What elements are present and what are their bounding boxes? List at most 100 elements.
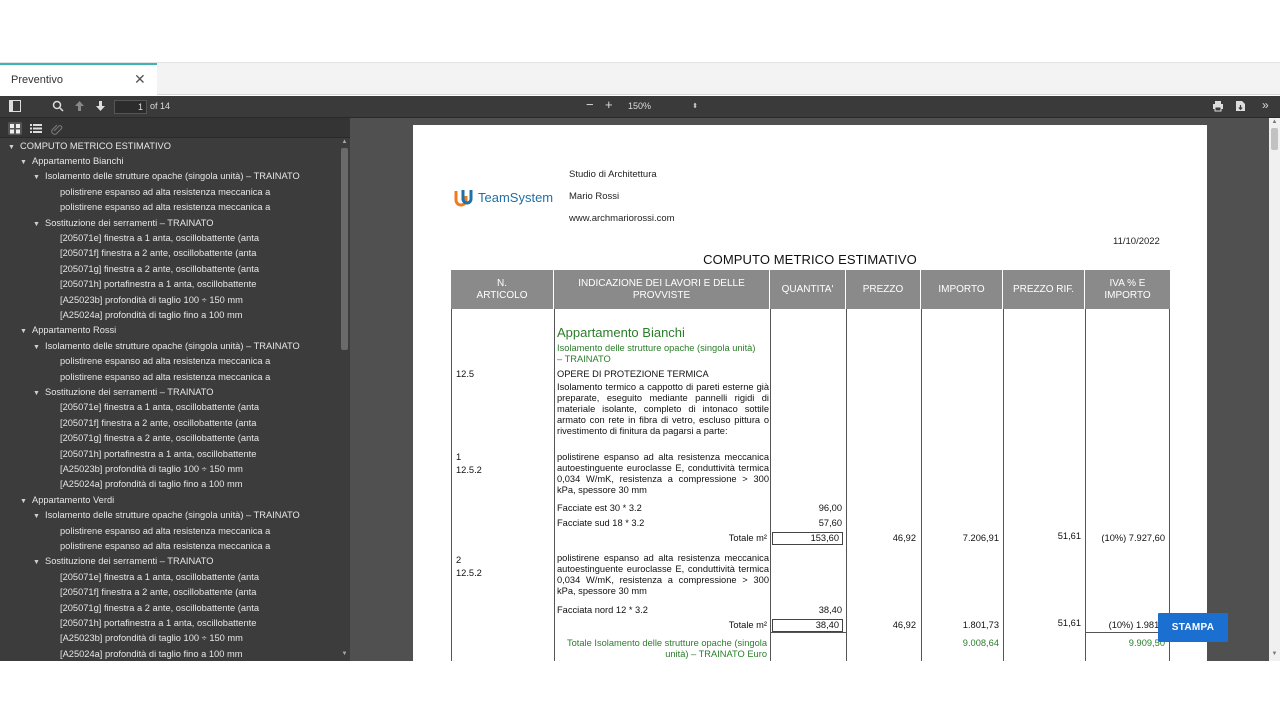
- outline-label: polistirene espanso ad alta resistenza m…: [60, 202, 271, 213]
- outline-item[interactable]: ▼ Appartamento Bianchi: [20, 154, 123, 169]
- outline-item[interactable]: [205071h] portafinestra a 1 anta, oscill…: [60, 616, 256, 631]
- outline-item[interactable]: ▼ Sostituzione dei serramenti – TRAINATO: [33, 554, 213, 569]
- outline-label: [205071e] finestra a 1 anta, oscillobatt…: [60, 571, 259, 582]
- item-2-iva: (10%) 1.981,9: [1108, 620, 1167, 630]
- chevron-down-icon[interactable]: ▼: [33, 340, 45, 355]
- subsection-line-2: – TRAINATO: [557, 354, 611, 364]
- subtotal-amount: 9.008,64: [962, 638, 999, 648]
- chevron-down-icon[interactable]: ▼: [8, 140, 20, 155]
- attachment-icon[interactable]: [50, 122, 64, 135]
- outline-label: [205071e] finestra a 1 anta, oscillobatt…: [60, 402, 259, 413]
- outline-item[interactable]: [205071e] finestra a 1 anta, oscillobatt…: [60, 231, 259, 246]
- item-2-total-qty: 38,40: [772, 619, 843, 632]
- outline-label: [A25024a] profondità di taglio fino a 10…: [60, 648, 243, 659]
- outline-item[interactable]: [205071f] finestra a 2 ante, oscillobatt…: [60, 585, 256, 600]
- document-scroll-thumb[interactable]: [1271, 128, 1278, 150]
- arrow-up-icon[interactable]: [74, 100, 85, 112]
- outline-item[interactable]: ▼ Appartamento Rossi: [20, 323, 116, 338]
- outline-item[interactable]: [A25023b] profondità di taglio 100 ÷ 150…: [60, 631, 243, 646]
- outline-label: [205071f] finestra a 2 ante, oscillobatt…: [60, 587, 257, 598]
- col-articolo: N. ARTICOLO: [451, 270, 554, 309]
- outline-label: [A25024a] profondità di taglio fino a 10…: [60, 310, 243, 320]
- zoom-select[interactable]: 150% ⬍: [623, 99, 703, 114]
- item-1-ref-price: 51,61: [1057, 531, 1081, 541]
- download-icon[interactable]: [1235, 100, 1246, 112]
- outline-item[interactable]: [205071f] finestra a 2 ante, oscillobatt…: [60, 246, 256, 261]
- chevron-down-icon[interactable]: ▼: [20, 494, 32, 509]
- document-scrollbar[interactable]: ▲ ▼: [1269, 118, 1280, 661]
- chevron-down-icon[interactable]: ▼: [33, 509, 45, 524]
- chevron-down-icon[interactable]: ▼: [33, 170, 45, 185]
- outline-item[interactable]: polistirene espanso ad alta resistenza m…: [60, 524, 270, 539]
- chevron-down-icon[interactable]: ▼: [33, 217, 45, 232]
- document-area: TeamSystem Studio di Architettura Mario …: [350, 118, 1280, 661]
- outline-label: polistirene espanso ad alta resistenza m…: [60, 525, 271, 536]
- outline-item[interactable]: [A25023b] profondità di taglio 100 ÷ 150…: [60, 462, 243, 477]
- outline-item[interactable]: ▼ Isolamento delle strutture opache (sing…: [33, 508, 300, 523]
- col-quantita: QUANTITA': [770, 270, 846, 309]
- outline-item[interactable]: [A25024a] profondità di taglio fino a 10…: [60, 477, 242, 492]
- sidebar-scrollbar[interactable]: ▲ ▼: [339, 138, 350, 661]
- page-number-input[interactable]: [114, 100, 147, 114]
- outline-item[interactable]: polistirene espanso ad alta resistenza m…: [60, 370, 270, 385]
- arrow-down-icon[interactable]: [95, 100, 106, 112]
- chevron-down-icon[interactable]: ▼: [20, 324, 32, 339]
- chevron-down-icon[interactable]: ▼: [20, 155, 32, 170]
- outline-item[interactable]: [A25024a] profondità di taglio fino a 10…: [60, 647, 242, 661]
- outline-item[interactable]: polistirene espanso ad alta resistenza m…: [60, 185, 270, 200]
- outline-item[interactable]: polistirene espanso ad alta resistenza m…: [60, 539, 270, 554]
- zoom-out-button[interactable]: −: [586, 98, 594, 111]
- outline-root[interactable]: ▼ COMPUTO METRICO ESTIMATIVO: [8, 139, 171, 154]
- pdf-page: TeamSystem Studio di Architettura Mario …: [413, 125, 1207, 661]
- item-1-amount: 7.206,91: [962, 533, 999, 543]
- zoom-value: 150%: [628, 101, 652, 111]
- scroll-up-icon[interactable]: ▲: [341, 139, 348, 145]
- sidebar-tools: [0, 118, 350, 138]
- outline-item[interactable]: ▼ Appartamento Verdi: [20, 493, 114, 508]
- item-2-measure-1-value: 38,40: [818, 605, 842, 615]
- item-2-total-label: Totale m²: [728, 620, 767, 630]
- item-1-measure-1-value: 96,00: [818, 503, 842, 513]
- tab-preventivo[interactable]: Preventivo ✕: [0, 63, 157, 95]
- outline-label: [A25023b] profondità di taglio 100 ÷ 150…: [60, 633, 243, 644]
- outline-item[interactable]: ▼ Isolamento delle strutture opache (sing…: [33, 169, 300, 184]
- outline-item[interactable]: polistirene espanso ad alta resistenza m…: [60, 354, 270, 369]
- close-icon[interactable]: ✕: [134, 72, 146, 86]
- outline-item[interactable]: ▼ Isolamento delle strutture opache (sing…: [33, 339, 300, 354]
- scroll-up-icon[interactable]: ▲: [1271, 119, 1278, 125]
- outline-item[interactable]: [205071g] finestra a 2 ante, oscillobatt…: [60, 262, 259, 277]
- zoom-in-button[interactable]: +: [605, 98, 613, 111]
- scroll-down-icon[interactable]: ▼: [341, 651, 348, 657]
- item-2-number: 2: [456, 555, 462, 565]
- outline-label: [205071f] finestra a 2 ante, oscillobatt…: [60, 417, 257, 428]
- col-divider: [921, 309, 922, 661]
- outline-item[interactable]: [205071e] finestra a 1 anta, oscillobatt…: [60, 570, 259, 585]
- outline-item[interactable]: [205071g] finestra a 2 ante, oscillobatt…: [60, 601, 259, 616]
- col-divider: [1003, 309, 1004, 661]
- chevron-down-icon[interactable]: ▼: [33, 555, 45, 570]
- outline-list-icon[interactable]: [29, 122, 43, 135]
- outline-item[interactable]: ▼ Sostituzione dei serramenti – TRAINATO: [33, 385, 213, 400]
- print-icon[interactable]: [1212, 100, 1224, 112]
- sidebar-scroll-thumb[interactable]: [341, 148, 348, 350]
- outline-item[interactable]: [A25023b] profondità di taglio 100 ÷ 150…: [60, 293, 243, 308]
- opere-description: Isolamento termico a cappotto di pareti …: [557, 382, 769, 436]
- outline-label: [205071g] finestra a 2 ante, oscillobatt…: [60, 433, 259, 444]
- outline-item[interactable]: [205071h] portafinestra a 1 anta, oscill…: [60, 447, 256, 462]
- outline-item[interactable]: [205071h] portafinestra a 1 anta, oscill…: [60, 277, 256, 292]
- outline-item[interactable]: ▼ Sostituzione dei serramenti – TRAINATO: [33, 216, 213, 231]
- outline-item[interactable]: [205071e] finestra a 1 anta, oscillobatt…: [60, 400, 259, 415]
- outline-item[interactable]: polistirene espanso ad alta resistenza m…: [60, 200, 270, 215]
- col-divider: [1085, 309, 1086, 661]
- chevron-down-icon[interactable]: ▼: [33, 386, 45, 401]
- thumbnails-icon[interactable]: [8, 122, 22, 135]
- scroll-down-icon[interactable]: ▼: [1271, 651, 1278, 657]
- more-tools-icon[interactable]: »: [1262, 99, 1269, 112]
- stampa-button[interactable]: STAMPA: [1158, 613, 1228, 642]
- outline-item[interactable]: [205071g] finestra a 2 ante, oscillobatt…: [60, 431, 259, 446]
- search-icon[interactable]: [52, 100, 64, 112]
- sidebar-toggle-icon[interactable]: [9, 100, 21, 112]
- outline-item[interactable]: [205071f] finestra a 2 ante, oscillobatt…: [60, 416, 256, 431]
- outline-item[interactable]: [A25024a] profondità di taglio fino a 10…: [60, 308, 242, 323]
- outline-label: polistirene espanso ad alta resistenza m…: [60, 186, 271, 197]
